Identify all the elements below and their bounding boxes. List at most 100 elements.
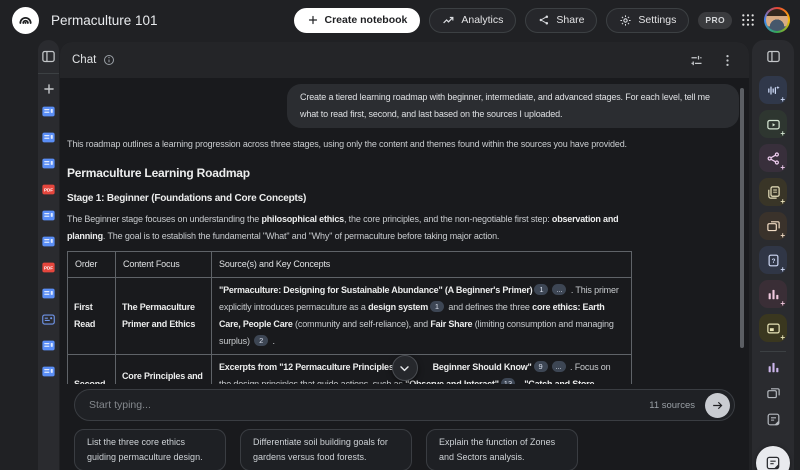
citation-chip[interactable]: 1	[430, 301, 444, 312]
chat-input-dock: Start typing... 11 sources List the thre…	[60, 384, 749, 470]
source-item-doc-icon[interactable]	[41, 104, 56, 119]
mini-plus-icon: +	[780, 300, 785, 308]
citation-chip[interactable]: ...	[552, 361, 566, 372]
audio-overview-button[interactable]: +	[759, 76, 787, 104]
stage-description: The Beginner stage focuses on understand…	[67, 211, 631, 245]
studio-tools: +++++?+++	[759, 76, 787, 342]
top-bar: Permaculture 101 Create notebook Analyti…	[0, 0, 800, 40]
gear-icon	[619, 14, 632, 27]
chart-button[interactable]	[766, 360, 781, 375]
share-icon	[538, 14, 550, 26]
table-column-header: Content Focus	[116, 252, 212, 278]
notebook-title: Permaculture 101	[51, 13, 158, 28]
mini-plus-icon: +	[780, 232, 785, 240]
source-item-doc-icon[interactable]	[41, 338, 56, 353]
flashcards-button[interactable]: +	[759, 212, 787, 240]
note-icon	[765, 455, 781, 470]
studio-plain-tools	[766, 360, 781, 427]
plus-icon	[307, 14, 319, 26]
more-vert-icon[interactable]	[720, 53, 735, 68]
add-note-fab[interactable]	[756, 446, 790, 470]
citation-chip[interactable]: 9	[534, 361, 548, 372]
source-item-doc-icon[interactable]	[41, 156, 56, 171]
trend-up-icon	[442, 14, 455, 27]
source-item-doc-icon[interactable]	[41, 130, 56, 145]
chat-panel: Chat Create a tiered learning roadmap wi…	[60, 42, 749, 470]
analytics-button[interactable]: Analytics	[429, 8, 516, 33]
source-item-doc-icon[interactable]	[41, 208, 56, 223]
scroll-to-bottom-button[interactable]	[392, 355, 418, 381]
suggestion-chips: List the three core ethics guiding perma…	[74, 429, 735, 470]
rail-divider	[760, 351, 786, 352]
source-item-pdf-icon[interactable]: PDF	[41, 182, 56, 197]
sources-rail: PDF PDF	[38, 40, 59, 470]
create-notebook-label: Create notebook	[325, 14, 408, 26]
citation-chip[interactable]: ...	[552, 284, 566, 295]
citation-chip[interactable]: 1	[534, 284, 548, 295]
account-avatar[interactable]	[764, 7, 790, 33]
source-item-pdf-icon[interactable]: PDF	[41, 260, 56, 275]
source-item-doc-icon[interactable]	[41, 364, 56, 379]
chat-scrollbar[interactable]	[740, 88, 744, 348]
topbar-actions: Create notebook Analytics Share Settings…	[294, 7, 790, 33]
assistant-response: This roadmap outlines a learning progres…	[67, 136, 631, 415]
citation-chip[interactable]: 2	[254, 335, 268, 346]
create-notebook-button[interactable]: Create notebook	[294, 8, 421, 33]
svg-text:PDF: PDF	[44, 265, 53, 270]
source-item-doc-icon[interactable]	[41, 234, 56, 249]
source-item-misc-icon[interactable]	[41, 312, 56, 327]
analytics-label: Analytics	[461, 14, 503, 26]
notebooklm-logo-icon[interactable]	[12, 7, 39, 34]
table-header-row: OrderContent FocusSource(s) and Key Conc…	[68, 252, 632, 278]
infographic-button[interactable]: +	[759, 280, 787, 308]
arrow-right-icon	[711, 399, 724, 412]
mini-plus-icon: +	[780, 334, 785, 342]
add-source-button[interactable]	[42, 82, 56, 96]
chat-header: Chat	[60, 42, 749, 78]
mind-map-button[interactable]: +	[759, 144, 787, 172]
studio-panel-toggle-icon[interactable]	[766, 49, 781, 64]
response-subheading: Stage 1: Beginner (Foundations and Core …	[67, 191, 631, 206]
avatar-face	[766, 9, 788, 31]
table-column-header: Source(s) and Key Concepts	[212, 252, 632, 278]
chat-input-placeholder: Start typing...	[89, 399, 649, 411]
info-icon[interactable]	[103, 54, 115, 66]
response-intro: This roadmap outlines a learning progres…	[67, 136, 631, 153]
table-column-header: Order	[68, 252, 116, 278]
sources-count-label: 11 sources	[649, 400, 695, 411]
suggestion-chip[interactable]: Differentiate soil building goals for ga…	[240, 429, 412, 470]
reports-button[interactable]: +	[759, 178, 787, 206]
video-overview-button[interactable]: +	[759, 110, 787, 138]
table-cell: The Permaculture Primer and Ethics	[116, 278, 212, 355]
share-button[interactable]: Share	[525, 8, 597, 33]
table-cell: First Read	[68, 278, 116, 355]
mini-plus-icon: +	[780, 130, 785, 138]
rail-divider	[38, 73, 59, 74]
source-list: PDF PDF	[41, 104, 56, 379]
tune-icon[interactable]	[689, 53, 704, 68]
svg-text:?: ?	[771, 257, 775, 264]
suggestion-chip[interactable]: Explain the function of Zones and Sector…	[426, 429, 578, 470]
quiz-button[interactable]: ?+	[759, 246, 787, 274]
chevron-down-icon	[398, 362, 411, 375]
chat-input[interactable]: Start typing... 11 sources	[74, 389, 735, 421]
send-button[interactable]	[705, 393, 730, 418]
source-item-doc-icon[interactable]	[41, 286, 56, 301]
mini-plus-icon: +	[780, 164, 785, 172]
settings-button[interactable]: Settings	[606, 8, 689, 33]
add-note-button[interactable]	[766, 412, 781, 427]
svg-text:PDF: PDF	[44, 187, 53, 192]
suggestion-chip[interactable]: List the three core ethics guiding perma…	[74, 429, 226, 470]
settings-label: Settings	[638, 14, 676, 26]
table-cell: "Permaculture: Designing for Sustainable…	[212, 278, 632, 355]
apps-grid-icon[interactable]	[741, 13, 755, 27]
mini-plus-icon: +	[780, 266, 785, 274]
slideshow-button[interactable]: +	[759, 314, 787, 342]
response-heading: Permaculture Learning Roadmap	[67, 165, 631, 181]
mini-plus-icon: +	[780, 198, 785, 206]
table-row: First ReadThe Permaculture Primer and Et…	[68, 278, 632, 355]
studio-rail: +++++?+++	[752, 40, 794, 470]
chat-title: Chat	[72, 54, 96, 66]
sources-panel-toggle-icon[interactable]	[41, 49, 56, 64]
add-report-button[interactable]	[766, 386, 781, 401]
